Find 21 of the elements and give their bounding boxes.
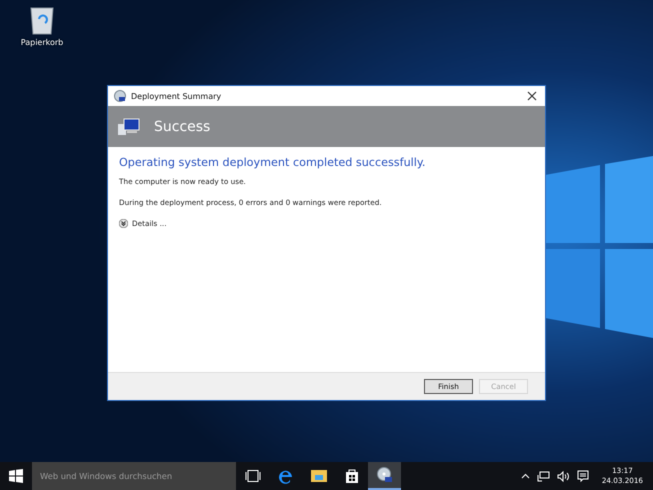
disc-icon [376, 467, 392, 483]
recycle-bin-icon[interactable] [28, 5, 56, 35]
result-heading: Operating system deployment completed successfully. [119, 156, 426, 169]
volume-icon[interactable] [556, 470, 570, 482]
deploy-taskbar-button[interactable] [368, 462, 401, 490]
browser-icon [278, 468, 294, 484]
disc-icon [114, 90, 126, 102]
task-view-icon [244, 469, 260, 483]
header-title: Success [154, 118, 210, 134]
desktop-icon-label[interactable]: Papierkorb [20, 38, 64, 47]
close-icon[interactable] [527, 91, 537, 101]
computer-icon [118, 118, 140, 136]
expand-icon[interactable] [119, 219, 128, 228]
search-field[interactable]: Web und Windows durchsuchen [32, 462, 236, 490]
window-title: Deployment Summary [131, 92, 222, 100]
notification-icon[interactable] [576, 470, 589, 482]
network-icon[interactable] [536, 470, 550, 482]
chevron-up-icon[interactable] [520, 473, 530, 479]
start-icon[interactable] [9, 469, 23, 483]
folder-icon [310, 469, 326, 483]
shopping-bag-icon [344, 468, 358, 484]
